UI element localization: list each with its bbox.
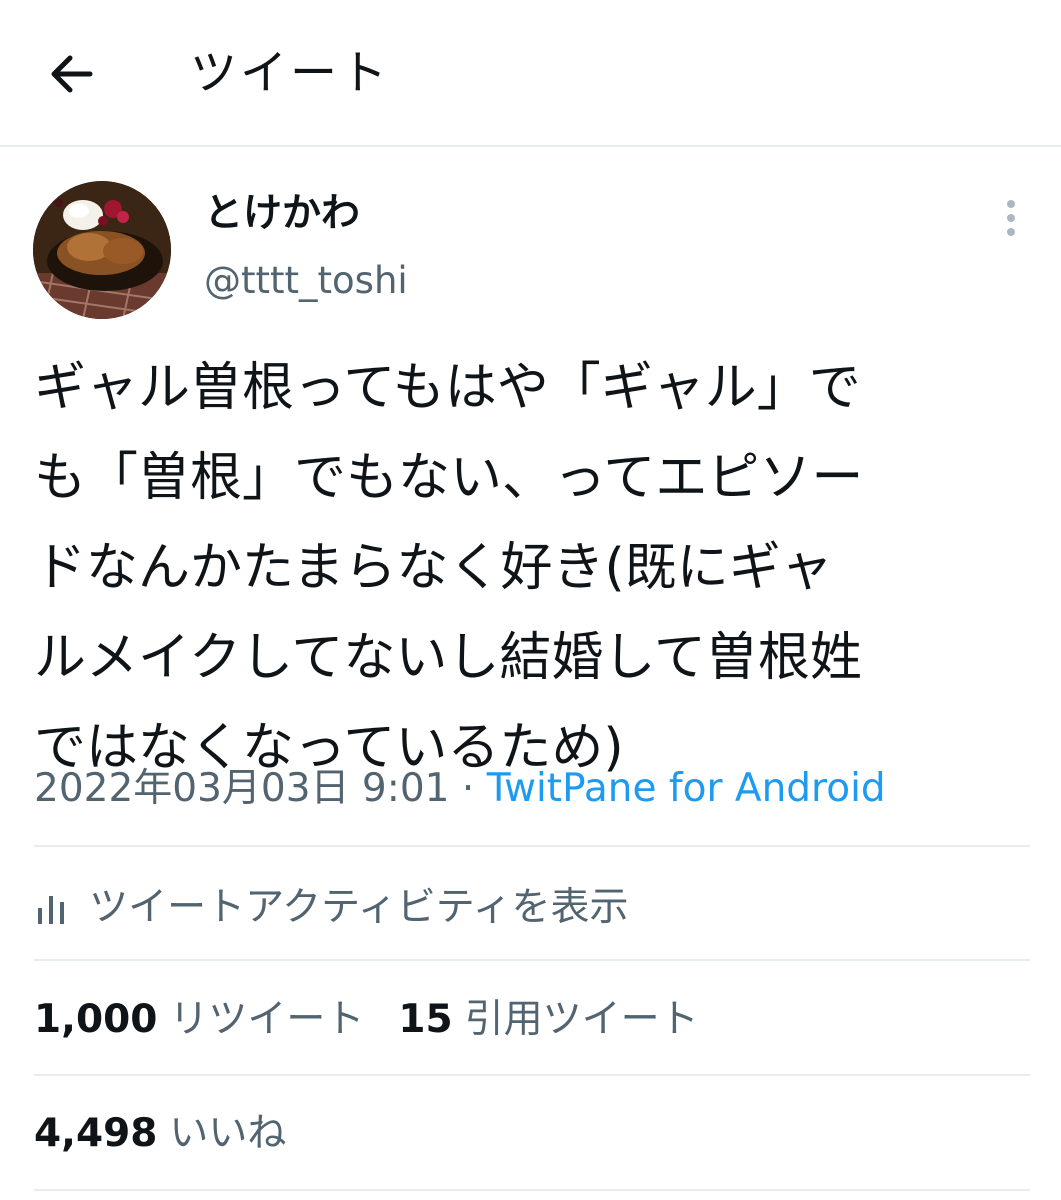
tweet-meta: 2022年03月03日 9:01 · TwitPane for Android — [34, 763, 886, 815]
bar-chart-icon — [38, 896, 64, 924]
likes-count: 4,498 — [34, 1111, 158, 1156]
divider — [34, 1189, 1030, 1191]
display-name[interactable]: とけかわ — [204, 189, 360, 239]
more-options-button[interactable] — [996, 196, 1026, 240]
top-bar: ツイート — [0, 0, 1061, 147]
more-vertical-icon — [996, 200, 1026, 236]
divider — [34, 1074, 1030, 1076]
quotes-label: 引用ツイート — [464, 997, 699, 1042]
tweet-source-link[interactable]: TwitPane for Android — [487, 766, 886, 811]
retweets-label: リツイート — [169, 997, 365, 1042]
arrow-left-icon — [51, 55, 93, 93]
quotes-stat[interactable]: 15 引用ツイート — [398, 992, 698, 1048]
user-handle[interactable]: @tttt_toshi — [204, 258, 408, 304]
back-button[interactable] — [40, 46, 104, 102]
likes-label: いいね — [169, 1111, 287, 1156]
tweet-activity-link[interactable]: ツイートアクティビティを表示 — [34, 880, 628, 936]
tweet-timestamp[interactable]: 2022年03月03日 9:01 — [34, 766, 449, 811]
avatar-image — [33, 181, 171, 319]
likes-stats-row: 4,498 いいね — [34, 1106, 286, 1162]
likes-stat[interactable]: 4,498 いいね — [34, 1106, 286, 1162]
tweet-activity-label: ツイートアクティビティを表示 — [89, 885, 629, 930]
tweet-text: ギャル曽根ってもはや「ギャル」で も「曽根」でもない、ってエピソー ドなんかたま… — [34, 358, 864, 778]
avatar[interactable] — [33, 181, 171, 319]
page-title: ツイート — [190, 46, 390, 101]
retweet-stats-row: 1,000 リツイート 15 引用ツイート — [34, 992, 699, 1048]
divider — [34, 845, 1030, 847]
retweets-count: 1,000 — [34, 997, 158, 1042]
retweets-stat[interactable]: 1,000 リツイート — [34, 992, 364, 1048]
quotes-count: 15 — [398, 997, 453, 1042]
divider — [34, 959, 1030, 961]
meta-separator: · — [461, 766, 475, 811]
